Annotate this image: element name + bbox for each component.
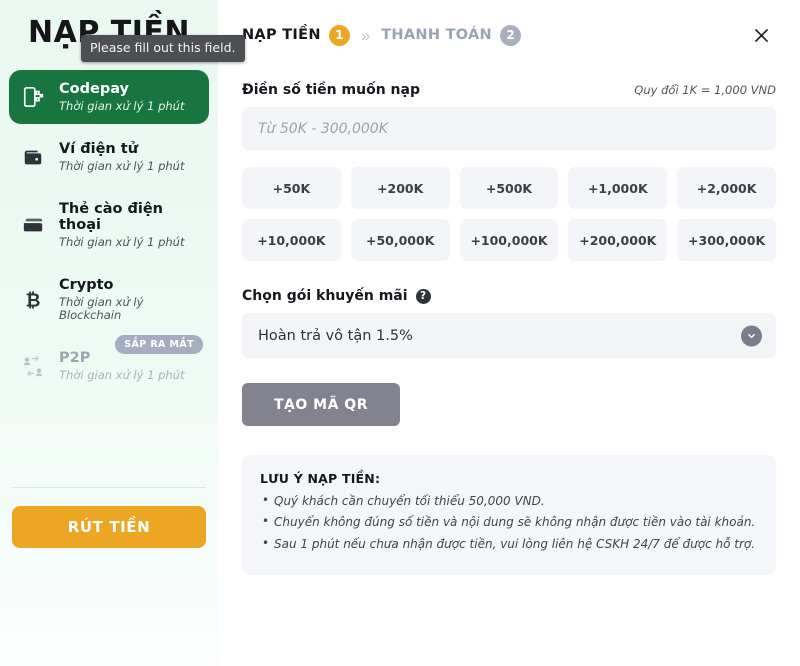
sidebar-item-crypto[interactable]: ₿ Crypto Thời gian xử lý Blockchain xyxy=(9,266,209,333)
preset-amount-button[interactable]: +2,000K xyxy=(677,167,776,209)
withdraw-button[interactable]: RÚT TIỀN xyxy=(12,506,206,548)
amount-field-header: Điền số tiền muốn nạp Quy đổi 1K = 1,000… xyxy=(242,82,776,98)
preset-amount-button[interactable]: +300,000K xyxy=(677,219,776,261)
list-item: Sau 1 phút nếu chưa nhận được tiền, vui … xyxy=(260,535,758,553)
sidebar-item-sublabel: Thời gian xử lý 1 phút xyxy=(59,158,185,173)
step-number: 2 xyxy=(500,24,521,46)
chevron-down-icon xyxy=(741,325,762,346)
sidebar: NẠP TIỀN Please fill out this field. Cod… xyxy=(0,0,245,666)
preset-amount-button[interactable]: +200,000K xyxy=(568,219,668,261)
preset-amount-button[interactable]: +500K xyxy=(459,167,559,209)
bitcoin-icon: ₿ xyxy=(19,286,47,314)
chevron-double-right-icon: » xyxy=(360,25,371,45)
sidebar-item-label: Ví điện tử xyxy=(59,140,139,157)
amount-label: Điền số tiền muốn nạp xyxy=(242,82,420,98)
close-icon[interactable] xyxy=(746,20,776,50)
sidebar-item-sublabel: Thời gian xử lý 1 phút xyxy=(59,235,185,250)
preset-amount-button[interactable]: +10,000K xyxy=(242,219,341,261)
step-number: 1 xyxy=(328,24,350,46)
codepay-qr-icon xyxy=(19,83,47,111)
preset-amount-button[interactable]: +200K xyxy=(350,167,450,209)
sidebar-item-codepay[interactable]: Codepay Thời gian xử lý 1 phút xyxy=(9,70,209,124)
promo-select[interactable]: Hoàn trả vô tận 1.5% xyxy=(242,313,776,358)
help-circle-icon[interactable]: ? xyxy=(415,288,431,304)
generate-qr-button[interactable]: TẠO MÃ QR xyxy=(242,383,400,426)
sidebar-item-sublabel: Thời gian xử lý Blockchain xyxy=(59,295,144,323)
svg-text:₿: ₿ xyxy=(26,290,41,311)
sidebar-item-sublabel: Thời gian xử lý 1 phút xyxy=(59,368,185,383)
sidebar-bottom-pad xyxy=(0,548,218,666)
amount-preset-grid: +50K +200K +500K +1,000K +2,000K +10,000… xyxy=(242,167,776,261)
payment-method-list: Codepay Thời gian xử lý 1 phút Ví điện t… xyxy=(0,70,218,399)
sidebar-item-label: Crypto xyxy=(59,277,114,294)
tab-step-payment[interactable]: THANH TOÁN 2 xyxy=(381,24,521,46)
list-item: Quý khách cần chuyển tối thiểu 50,000 VN… xyxy=(260,492,758,510)
sidebar-item-label: Thẻ cào điện thoại xyxy=(59,200,163,234)
preset-amount-button[interactable]: +1,000K xyxy=(568,167,668,209)
deposit-modal: NẠP TIỀN Please fill out this field. Cod… xyxy=(0,0,800,666)
preset-amount-button[interactable]: +100,000K xyxy=(459,219,559,261)
validation-tooltip: Please fill out this field. xyxy=(81,35,245,62)
tab-step-deposit[interactable]: NẠP TIỀN 1 xyxy=(242,24,350,46)
notice-title: LƯU Ý NẠP TIỀN: xyxy=(260,471,381,486)
notice-box: LƯU Ý NẠP TIỀN: Quý khách cần chuyển tối… xyxy=(242,455,776,576)
preset-amount-button[interactable]: +50,000K xyxy=(350,219,450,261)
credit-card-icon xyxy=(19,211,47,239)
main-panel: NẠP TIỀN 1 » THANH TOÁN 2 Điền số tiền m… xyxy=(218,0,800,666)
step-label: THANH TOÁN xyxy=(381,27,492,43)
preset-amount-button[interactable]: +50K xyxy=(242,167,341,209)
step-bar: NẠP TIỀN 1 » THANH TOÁN 2 xyxy=(242,0,776,66)
sidebar-item-p2p[interactable]: SẮP RA MẮT P2P Thời gian xử lý 1 phút xyxy=(9,335,209,393)
promo-label: Chọn gói khuyến mãi xyxy=(242,288,408,304)
amount-input[interactable] xyxy=(242,107,776,150)
sidebar-divider xyxy=(12,487,206,488)
p2p-exchange-icon xyxy=(19,352,47,380)
sidebar-item-label: Codepay xyxy=(59,81,129,97)
step-label: NẠP TIỀN xyxy=(242,27,321,43)
promo-field-header: Chọn gói khuyến mãi ? xyxy=(242,288,776,304)
status-badge: SẮP RA MẮT xyxy=(115,335,203,355)
sidebar-item-phone-card[interactable]: Thẻ cào điện thoại Thời gian xử lý 1 phú… xyxy=(9,190,209,261)
notice-list: Quý khách cần chuyển tối thiểu 50,000 VN… xyxy=(260,492,758,553)
sidebar-item-e-wallet[interactable]: Ví điện tử Thời gian xử lý 1 phút xyxy=(9,130,209,184)
promo-selected-value: Hoàn trả vô tận 1.5% xyxy=(258,327,413,344)
conversion-note: Quy đổi 1K = 1,000 VND xyxy=(634,83,776,97)
sidebar-item-sublabel: Thời gian xử lý 1 phút xyxy=(59,98,185,113)
wallet-icon xyxy=(19,143,47,171)
list-item: Chuyển không đúng số tiền và nội dung sẽ… xyxy=(260,513,758,531)
